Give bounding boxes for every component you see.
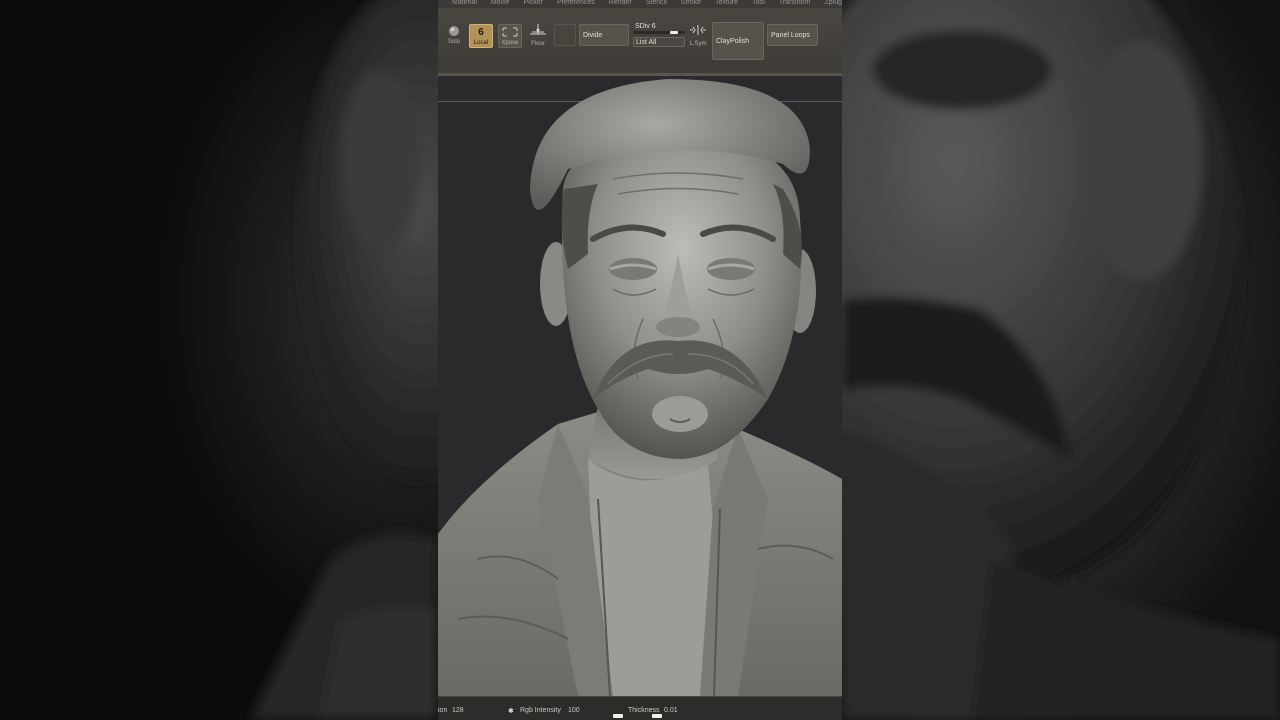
- menu-item-stroke[interactable]: Stroke: [681, 0, 701, 8]
- local-label: Local: [473, 40, 489, 46]
- xpose-label: Xpose: [501, 40, 519, 46]
- status-left-value: 128: [452, 707, 464, 714]
- divide-label: Divide: [583, 32, 603, 39]
- panel-loops-button[interactable]: Panel Loops: [767, 24, 818, 46]
- thickness-label: Thickness: [628, 707, 660, 714]
- bottom-status-bar: ion 128 ✱ Rgb Intensity 100 Thickness 0.…: [438, 696, 842, 720]
- local-button[interactable]: 6 Local: [469, 24, 493, 48]
- status-left-label: ion: [438, 707, 448, 714]
- menu-item-stencil[interactable]: Stencil: [646, 0, 667, 8]
- xpose-button[interactable]: Xpose: [498, 24, 522, 48]
- rgb-intensity-value[interactable]: 100: [568, 707, 580, 714]
- sdiv-slider[interactable]: SDiv 6: [633, 22, 685, 34]
- menu-item-transform[interactable]: Transform: [779, 0, 811, 8]
- menu-item-zplugin[interactable]: Zplugin: [824, 0, 842, 8]
- rgb-toggle-icon[interactable]: ✱: [508, 707, 514, 715]
- zbrush-window: Material Movie Picker Preferences Render…: [438, 0, 842, 720]
- solo-button[interactable]: Solo: [443, 24, 465, 46]
- symmetry-icon: [690, 25, 706, 35]
- menu-item-render[interactable]: Render: [609, 0, 632, 8]
- claypolish-label: ClayPolish: [716, 38, 750, 45]
- floor-button[interactable]: Floor: [526, 22, 550, 48]
- list-all-button[interactable]: List All: [633, 37, 685, 47]
- sdiv-slider-knob[interactable]: [670, 31, 678, 34]
- divide-button[interactable]: Divide: [579, 24, 629, 46]
- menu-item-picker[interactable]: Picker: [524, 0, 543, 8]
- menu-item-material[interactable]: Material: [452, 0, 477, 8]
- menu-item-texture[interactable]: Texture: [715, 0, 738, 8]
- xpose-icon: [502, 27, 518, 37]
- background-left-blurred: [0, 0, 438, 720]
- sphere-icon: [449, 26, 459, 36]
- thickness-slider-knob[interactable]: [652, 714, 662, 718]
- menu-item-tool[interactable]: Tool: [752, 0, 765, 8]
- rgb-intensity-label: Rgb Intensity: [520, 707, 561, 714]
- floor-label: Floor: [531, 41, 545, 47]
- blurred-bust-right-image: [842, 0, 1280, 720]
- background-right-blurred: [842, 0, 1280, 720]
- rgb-intensity-slider-knob[interactable]: [613, 714, 623, 718]
- thickness-value[interactable]: 0.01: [664, 707, 678, 714]
- lsym-label: L.Sym: [689, 41, 707, 47]
- menu-bar: Material Movie Picker Preferences Render…: [438, 0, 842, 8]
- sculpted-bust-model[interactable]: [438, 79, 842, 696]
- lsym-button[interactable]: L.Sym: [687, 24, 709, 48]
- local-number: 6: [478, 27, 484, 38]
- menu-item-preferences[interactable]: Preferences: [557, 0, 595, 8]
- solo-label: Solo: [447, 39, 460, 45]
- canvas-viewport[interactable]: [438, 79, 842, 696]
- top-toolbar: Solo 6 Local Xpose Floor Divide SDiv 6 L…: [438, 8, 842, 76]
- panel-loops-label: Panel Loops: [771, 32, 810, 39]
- claypolish-button[interactable]: ClayPolish: [712, 22, 764, 60]
- disabled-tool-button[interactable]: [554, 24, 576, 46]
- list-all-label: List All: [636, 39, 657, 46]
- sdiv-label: SDiv 6: [635, 23, 656, 30]
- blurred-bust-left-image: [250, 0, 438, 720]
- menu-item-movie[interactable]: Movie: [491, 0, 510, 8]
- floor-grid-icon: [530, 24, 546, 35]
